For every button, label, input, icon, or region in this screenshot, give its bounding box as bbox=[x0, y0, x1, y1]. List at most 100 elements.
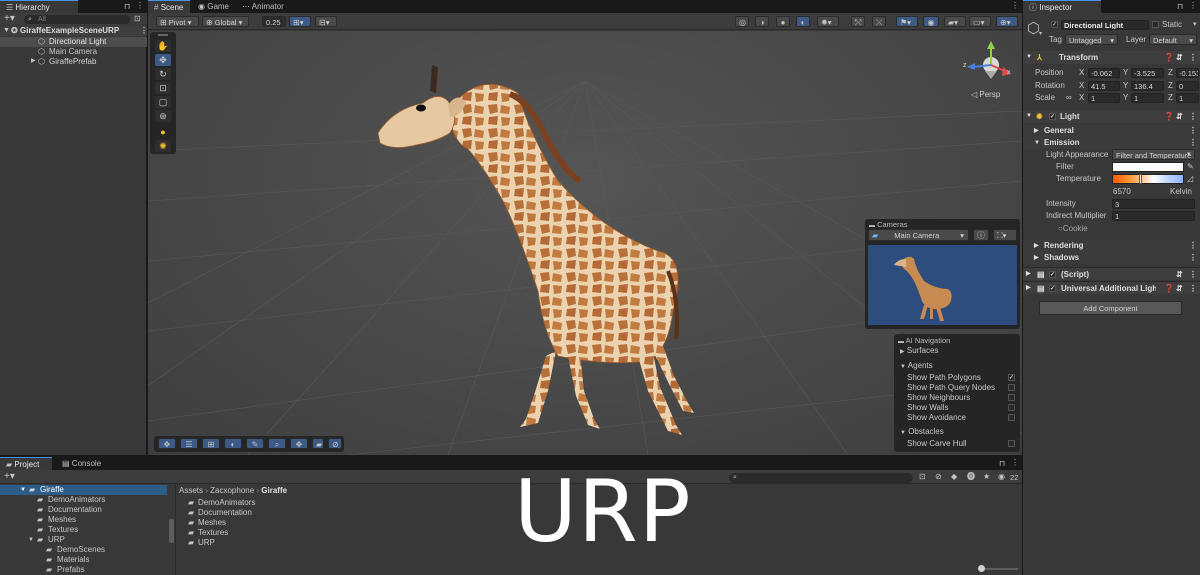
tree-item-giraffe[interactable]: ▼ ▰ Giraffe bbox=[0, 485, 167, 495]
lit-button[interactable]: ◐ bbox=[796, 16, 810, 27]
kebab-menu-icon[interactable]: ⋮ bbox=[1189, 240, 1197, 252]
tree-item-documentation[interactable]: ▰ Documentation bbox=[0, 505, 102, 515]
tools-off-button[interactable]: ⤫ bbox=[872, 16, 886, 27]
kebab-menu-icon[interactable]: ⋮ bbox=[1189, 110, 1197, 123]
tag-icon[interactable]: ◆ bbox=[951, 473, 957, 481]
tab-project[interactable]: ▰ Project bbox=[0, 457, 52, 470]
camera-select-dropdown[interactable]: ▰ Main Camera ▾ bbox=[868, 229, 969, 241]
overlay-tool-8-button[interactable]: ▰ bbox=[312, 438, 324, 449]
hierarchy-item-giraffe-prefab[interactable]: ▶ ⬡ GiraffePrefab bbox=[0, 57, 147, 67]
show-carve-hull-option[interactable]: Show Carve Hull bbox=[907, 439, 1017, 449]
preset-icon[interactable]: ⇵ bbox=[1176, 51, 1183, 64]
preset-icon[interactable]: ⇵ bbox=[1176, 268, 1183, 281]
favorite-star-icon[interactable]: ★ bbox=[983, 473, 990, 481]
show-avoidance-option[interactable]: Show Avoidance bbox=[907, 413, 1017, 423]
filter-color-field[interactable] bbox=[1112, 162, 1184, 172]
help-icon[interactable]: ❓ bbox=[1164, 51, 1174, 64]
hierarchy-item-directional-light[interactable]: ⬡ Directional Light bbox=[0, 37, 147, 47]
show-path-polygons-option[interactable]: Show Path Polygons ✓ bbox=[907, 373, 1017, 383]
overlay-tool-7-button[interactable]: ✥ bbox=[290, 438, 308, 449]
snap-value-field[interactable]: 0.25 bbox=[262, 16, 286, 27]
breadcrumb-item-giraffe[interactable]: Giraffe bbox=[261, 486, 287, 495]
kebab-menu-icon[interactable]: ⋮ bbox=[1011, 2, 1019, 10]
position-z-field[interactable]: -0.1533 bbox=[1176, 68, 1199, 78]
show-path-polygons-checkbox[interactable]: ✓ bbox=[1008, 374, 1015, 381]
debug-draw-button[interactable]: ✹▾ bbox=[817, 16, 839, 27]
increment-snap-button[interactable]: ⊟▾ bbox=[315, 16, 337, 27]
draw-mode-button[interactable]: ◎ bbox=[735, 16, 749, 27]
camera-fullscreen-button[interactable]: ⛶▾ bbox=[993, 229, 1017, 241]
cookie-row[interactable]: ○Cookie bbox=[1058, 224, 1088, 234]
light-appearance-dropdown[interactable]: Filter and Temperature bbox=[1112, 149, 1195, 160]
folder-item-documentation[interactable]: ▰ Documentation bbox=[188, 508, 252, 518]
eyedropper-icon[interactable]: ✎ bbox=[1187, 162, 1194, 171]
temperature-slider[interactable] bbox=[1112, 174, 1184, 184]
kebab-menu-icon[interactable]: ⋮ bbox=[1189, 2, 1197, 10]
folder-item-textures[interactable]: ▰ Textures bbox=[188, 528, 228, 538]
rotation-x-field[interactable]: 41.5 bbox=[1088, 81, 1120, 91]
show-carve-hull-checkbox[interactable] bbox=[1008, 440, 1015, 447]
create-asset-button[interactable]: +▾ bbox=[4, 472, 15, 482]
position-x-field[interactable]: -0.062 bbox=[1088, 68, 1120, 78]
tab-inspector[interactable]: ⓘ Inspector bbox=[1023, 0, 1101, 13]
rotate-tool-button[interactable]: ↻ bbox=[155, 68, 171, 80]
scene-viewport[interactable]: ✋ ✥ ↻ ⊡ ▢ ⊛ ● ✺ ✥ ☰ ⊞ ◐ ✎ ⌕ ✥ ▰ ⊘ z x ◁ … bbox=[148, 31, 1022, 455]
show-avoidance-checkbox[interactable] bbox=[1008, 414, 1015, 421]
surfaces-foldout[interactable]: ▶ Surfaces bbox=[900, 346, 938, 356]
lock-icon[interactable]: ⊓ bbox=[124, 3, 130, 11]
breadcrumb-item-zacxophone[interactable]: Zacxophone bbox=[210, 486, 254, 495]
overlay-tool-6-button[interactable]: ⌕ bbox=[268, 438, 286, 449]
link-scale-icon[interactable]: ∞ bbox=[1066, 93, 1072, 103]
static-checkbox[interactable] bbox=[1152, 21, 1159, 28]
kebab-menu-icon[interactable]: ⋮ bbox=[1189, 268, 1197, 281]
visibility-button[interactable]: ◉ bbox=[923, 16, 939, 27]
kebab-menu-icon[interactable]: ⋮ bbox=[136, 2, 144, 10]
persp-toggle[interactable]: ◁ Persp bbox=[971, 90, 1000, 99]
hierarchy-scene-row[interactable]: ▼ ✪ GiraffeExampleSceneURP ⋮ bbox=[0, 26, 148, 36]
overlay-tool-3-button[interactable]: ⊞ bbox=[202, 438, 220, 449]
tree-item-textures[interactable]: ▰ Textures bbox=[0, 525, 78, 535]
help-icon[interactable]: ❓ bbox=[1164, 282, 1174, 294]
overlay-tool-1-button[interactable]: ✥ bbox=[158, 438, 176, 449]
2d-toggle-button[interactable]: ⤲ bbox=[851, 16, 865, 27]
kebab-menu-icon[interactable]: ⋮ bbox=[1189, 282, 1197, 294]
overlay-tool-9-button[interactable]: ⊘ bbox=[328, 438, 342, 449]
transform-tool-button[interactable]: ⊛ bbox=[155, 110, 171, 122]
script-enabled-checkbox[interactable]: ✓ bbox=[1049, 271, 1056, 278]
tab-scene[interactable]: # Scene bbox=[148, 0, 190, 13]
tree-item-meshes[interactable]: ▰ Meshes bbox=[0, 515, 76, 525]
folder-item-meshes[interactable]: ▰ Meshes bbox=[188, 518, 226, 528]
chevron-down-icon[interactable]: ▾ bbox=[1193, 20, 1197, 28]
global-dropdown[interactable]: ⊕ Global ▾ bbox=[202, 16, 249, 27]
pivot-dropdown[interactable]: ⊞ Pivot ▾ bbox=[156, 16, 199, 27]
object-name-field[interactable]: Directional Light bbox=[1061, 20, 1149, 30]
slider-thumb[interactable] bbox=[978, 565, 985, 572]
tree-item-urp[interactable]: ▼ ▰ URP bbox=[0, 535, 65, 545]
orientation-gizmo[interactable]: z x bbox=[963, 39, 1013, 84]
tree-item-demoscenes[interactable]: ▰ DemoScenes bbox=[0, 545, 105, 555]
universal-additional-light-data-header[interactable]: ▶ ▤ ✓ Universal Additional Light Data ❓ … bbox=[1023, 281, 1200, 294]
tree-item-prefabs[interactable]: ▰ Prefabs bbox=[0, 565, 85, 575]
light-tool-button[interactable]: ● bbox=[155, 126, 171, 138]
eye-icon[interactable]: ◉ bbox=[998, 473, 1005, 481]
tab-game[interactable]: ◉ Game bbox=[192, 0, 235, 13]
intensity-field[interactable]: 3 bbox=[1112, 199, 1195, 209]
tree-scrollbar[interactable] bbox=[169, 519, 174, 543]
layer-dropdown[interactable]: Default ▾ bbox=[1149, 34, 1197, 45]
light-enabled-checkbox[interactable]: ✓ bbox=[1049, 113, 1056, 120]
temperature-slider-thumb[interactable] bbox=[1139, 174, 1142, 184]
kebab-menu-icon[interactable]: ⋮ bbox=[1189, 137, 1197, 149]
show-neighbours-checkbox[interactable] bbox=[1008, 394, 1015, 401]
kebab-menu-icon[interactable]: ⋮ bbox=[1011, 459, 1019, 467]
help-icon[interactable]: ❓ bbox=[1164, 110, 1174, 123]
indirect-multiplier-field[interactable]: 1 bbox=[1112, 211, 1195, 221]
light-tool-2-button[interactable]: ✺ bbox=[155, 140, 171, 152]
temperature-picker-icon[interactable]: ◿ bbox=[1187, 174, 1193, 183]
show-walls-option[interactable]: Show Walls bbox=[907, 403, 1017, 413]
search-by-type-icon[interactable]: ⊡ bbox=[919, 473, 926, 481]
effects-button[interactable]: ⚑▾ bbox=[896, 16, 918, 27]
scale-y-field[interactable]: 1 bbox=[1131, 93, 1164, 103]
icon-size-slider[interactable] bbox=[978, 565, 1018, 572]
grid-snap-button[interactable]: ⊞▾ bbox=[289, 16, 311, 27]
script-component-header[interactable]: ▶ ▤ ✓ (Script) ⇵ ⋮ bbox=[1023, 267, 1200, 280]
